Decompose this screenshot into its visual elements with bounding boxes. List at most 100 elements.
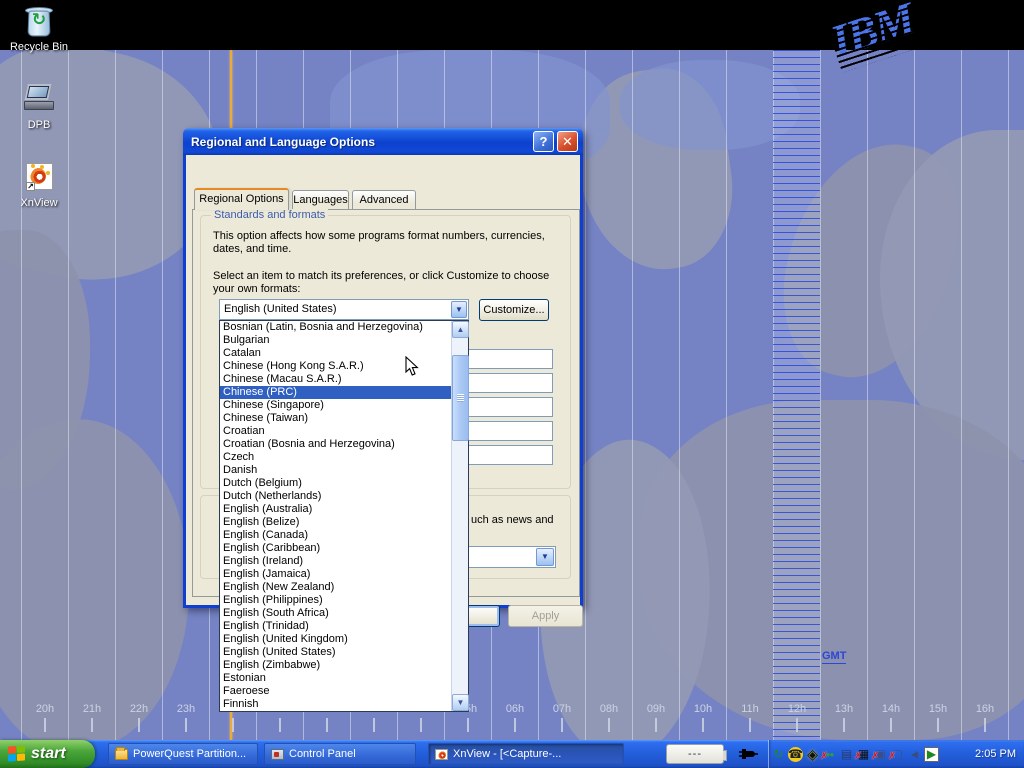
timezone-label-14h: 14h	[874, 703, 908, 715]
dialog-title-bar[interactable]: Regional and Language Options ? ✕	[183, 128, 583, 155]
language-list-item[interactable]: English (Caribbean)	[220, 542, 452, 555]
language-list-items: Bosnian (Latin, Bosnia and Herzegovina)B…	[220, 321, 468, 711]
language-list-item[interactable]: Dutch (Netherlands)	[220, 490, 452, 503]
tab-advanced[interactable]: Advanced	[352, 190, 416, 209]
help-button[interactable]: ?	[533, 131, 554, 152]
network-places-icon[interactable]: ▤	[839, 747, 854, 762]
location-dropdown-button[interactable]: ▼	[536, 548, 554, 566]
recycle-bin-icon: ↻	[22, 4, 56, 38]
tab-languages[interactable]: Languages	[292, 190, 349, 209]
language-list-item[interactable]: English (United States)	[220, 646, 452, 659]
xnview-dot	[40, 165, 44, 169]
start-button[interactable]: start	[0, 740, 95, 768]
control-panel-icon	[271, 749, 284, 760]
timezone-tick	[420, 718, 422, 732]
taskbar-button-control-panel[interactable]: Control Panel	[264, 743, 416, 765]
timezone-label-16h: 16h	[968, 703, 1002, 715]
modem-phone-icon[interactable]: ☎	[788, 747, 803, 762]
timezone-tick	[561, 718, 563, 732]
language-list-item[interactable]: Bulgarian	[220, 334, 452, 347]
language-list-item[interactable]: English (Ireland)	[220, 555, 452, 568]
language-list-item[interactable]: Chinese (PRC)	[220, 386, 452, 399]
error-badge-icon: ✗	[854, 749, 862, 764]
language-list-item[interactable]: English (New Zealand)	[220, 581, 452, 594]
taskbar-clock[interactable]: 2:05 PM	[975, 740, 1016, 768]
language-list-item[interactable]: Bosnian (Latin, Bosnia and Herzegovina)	[220, 321, 452, 334]
volume-icon[interactable]: ◀)	[907, 747, 922, 762]
language-list-item[interactable]: Dutch (Belgium)	[220, 477, 452, 490]
desktop-icon-xnview[interactable]: ↗ XnView	[3, 160, 75, 209]
battery-meter[interactable]: ---	[666, 744, 724, 764]
language-list-item[interactable]: Czech	[220, 451, 452, 464]
timezone-tick	[232, 718, 234, 732]
language-dropdown-list: Bosnian (Latin, Bosnia and Herzegovina)B…	[219, 320, 469, 712]
power-scheme-icon[interactable]: ◈	[805, 747, 820, 762]
xnview-label: XnView	[3, 197, 75, 209]
format-combobox[interactable]: English (United States) ▼	[219, 299, 469, 320]
language-list-item[interactable]: English (Canada)	[220, 529, 452, 542]
network-drive-disconnected-icon[interactable]: ▣✗	[873, 747, 888, 762]
language-list-item[interactable]: Chinese (Singapore)	[220, 399, 452, 412]
timezone-label-07h: 07h	[545, 703, 579, 715]
desktop-icon-recycle-bin[interactable]: ↻ Recycle Bin	[3, 4, 75, 53]
xnview-icon	[435, 749, 448, 760]
language-list-item[interactable]: English (Jamaica)	[220, 568, 452, 581]
modem-phone-icon-glyph: ☎	[788, 747, 803, 762]
combobox-dropdown-button[interactable]: ▼	[451, 301, 467, 318]
display-settings-icon-glyph: ▶	[927, 747, 936, 762]
xnview-dot	[46, 171, 50, 175]
customize-button[interactable]: Customize...	[479, 299, 549, 321]
display-settings-icon[interactable]: ▶	[924, 747, 939, 762]
language-list-item[interactable]: Finnish	[220, 698, 452, 711]
taskbar-button-powerquest-partition[interactable]: PowerQuest Partition...	[108, 743, 258, 765]
apply-button[interactable]: Apply	[508, 605, 583, 627]
language-list-item[interactable]: English (Zimbabwe)	[220, 659, 452, 672]
power-plug-icon	[736, 747, 758, 761]
offline-users-icon[interactable]: ●●✗	[822, 747, 837, 762]
timezone-label-11h: 11h	[733, 703, 767, 715]
language-list-item[interactable]: English (Belize)	[220, 516, 452, 529]
timezone-tick	[796, 718, 798, 732]
language-list-item[interactable]: Faeroese	[220, 685, 452, 698]
windows-flag-icon	[8, 745, 26, 762]
removable-sync-icon[interactable]: ↻	[771, 747, 786, 762]
standards-desc-line1: This option affects how some programs fo…	[213, 230, 545, 243]
language-list-item[interactable]: Croatian	[220, 425, 452, 438]
language-list-item[interactable]: English (United Kingdom)	[220, 633, 452, 646]
desktop-icon-dpb[interactable]: DPB	[3, 82, 75, 131]
timezone-tick	[185, 718, 187, 732]
timezone-label-06h: 06h	[498, 703, 532, 715]
list-scrollbar[interactable]: ▲ ▼	[451, 321, 468, 711]
language-list-item[interactable]: Croatian (Bosnia and Herzegovina)	[220, 438, 452, 451]
laptop-screen	[24, 84, 51, 100]
scrollbar-thumb[interactable]	[452, 355, 469, 441]
language-list-item[interactable]: English (Trinidad)	[220, 620, 452, 633]
timezone-tick	[373, 718, 375, 732]
timezone-tick	[843, 718, 845, 732]
standards-desc-line2: dates, and time.	[213, 243, 291, 256]
language-list-item[interactable]: English (Australia)	[220, 503, 452, 516]
timezone-tick	[749, 718, 751, 732]
scroll-up-button[interactable]: ▲	[452, 321, 469, 338]
volume-icon-glyph: ◀)	[911, 747, 918, 762]
taskbar-button-label: XnView - [<Capture-...	[453, 748, 561, 760]
timezone-label-20h: 20h	[28, 703, 62, 715]
language-list-item[interactable]: English (South Africa)	[220, 607, 452, 620]
taskbar-button-xnview-capture[interactable]: XnView - [<Capture-...	[428, 743, 624, 765]
language-list-item[interactable]: Chinese (Taiwan)	[220, 412, 452, 425]
chevron-down-icon: ▼	[541, 552, 549, 561]
language-list-item[interactable]: Estonian	[220, 672, 452, 685]
close-button[interactable]: ✕	[557, 131, 578, 152]
tv-capture-icon[interactable]: ▦✗	[856, 747, 871, 762]
language-list-item[interactable]: English (Philippines)	[220, 594, 452, 607]
wallpaper-top-band: IBM	[0, 0, 1024, 50]
chevron-down-icon: ▼	[455, 305, 463, 314]
recycle-bin-label: Recycle Bin	[3, 41, 75, 53]
scroll-down-button[interactable]: ▼	[452, 694, 469, 711]
timezone-label-08h: 08h	[592, 703, 626, 715]
timezone-tick	[655, 718, 657, 732]
language-list-item[interactable]: Danish	[220, 464, 452, 477]
timezone-tick	[467, 718, 469, 732]
wireless-disconnected-icon[interactable]: ▢✗	[890, 747, 905, 762]
tab-regional-options[interactable]: Regional Options	[194, 188, 289, 210]
